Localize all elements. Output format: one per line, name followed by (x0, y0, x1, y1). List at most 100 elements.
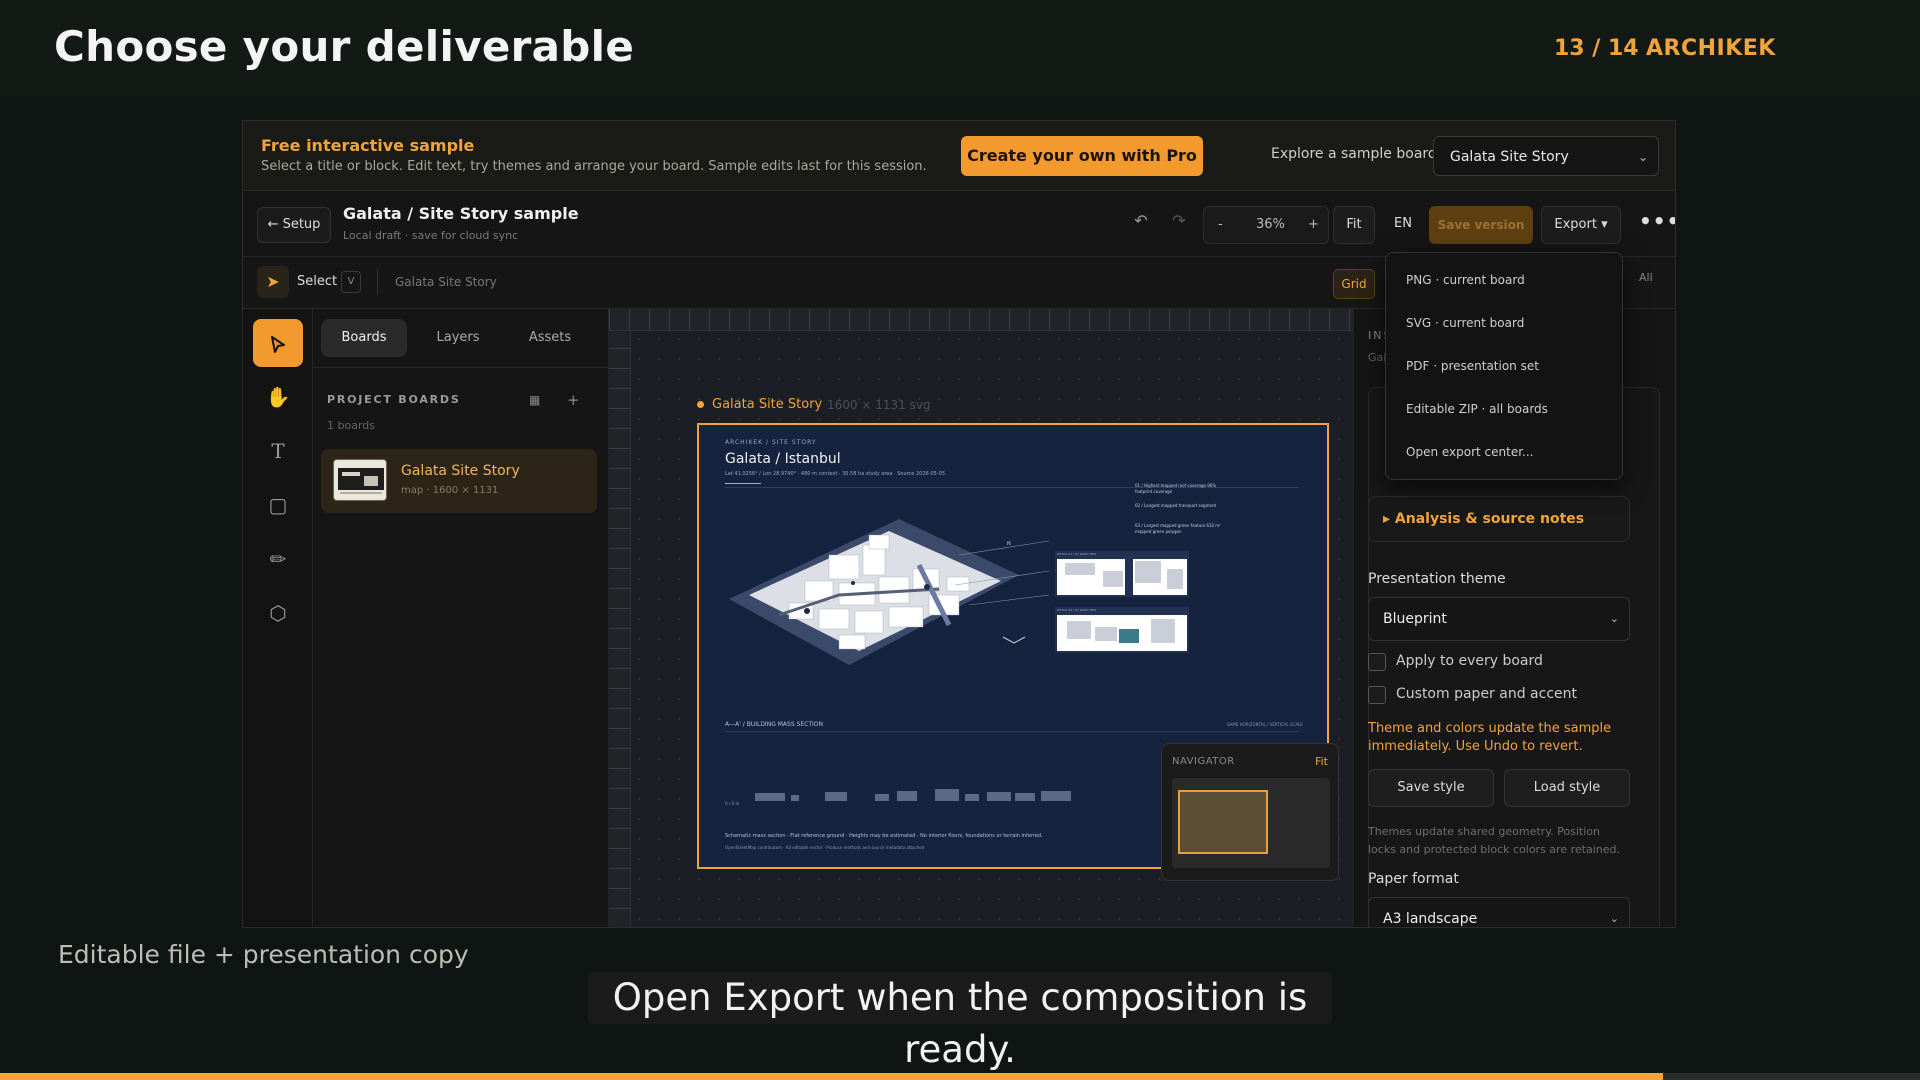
detail-image-a[interactable]: DETAIL 01 / 01 MAIN VIEW (1055, 551, 1189, 597)
analysis-notes-toggle[interactable]: ▸ Analysis & source notes (1368, 496, 1630, 542)
more-options-icon[interactable]: ••• (1639, 209, 1675, 233)
fit-button[interactable]: Fit (1333, 206, 1375, 244)
navigator-viewport[interactable] (1172, 778, 1330, 868)
legend-item[interactable]: 03 / Largest mapped green feature 632 m²… (1135, 523, 1225, 535)
export-png[interactable]: PNG · current board (1406, 273, 1525, 287)
divider (377, 269, 378, 295)
svg-text:A / 0 m: A / 0 m (725, 801, 739, 806)
navigator-frame[interactable] (1178, 790, 1268, 854)
navigator-panel: NAVIGATOR Fit (1161, 743, 1339, 881)
select-tool-label: Select (297, 274, 338, 289)
theme-label: Presentation theme (1368, 571, 1506, 587)
vertical-ruler (609, 331, 631, 927)
main-toolbar: ← Setup Galata / Site Story sample Local… (243, 191, 1675, 257)
sample-banner: Free interactive sample Select a title o… (243, 121, 1675, 205)
custom-paper-checkbox[interactable] (1368, 686, 1386, 704)
cursor-icon[interactable]: ➤ (257, 266, 289, 298)
grid-toggle[interactable]: Grid (1333, 269, 1375, 299)
mass-section[interactable]: A / 0 m (725, 777, 1105, 807)
divider (725, 731, 1299, 732)
chevron-down-icon: ⌄ (1637, 150, 1648, 164)
banner-title: Free interactive sample (261, 136, 475, 155)
grid-view-icon[interactable]: ▦ (529, 393, 540, 407)
theme-select-value: Blueprint (1383, 611, 1447, 627)
hand-icon[interactable]: ✋ (253, 373, 303, 421)
zoom-level: 36% (1256, 217, 1285, 232)
slide-counter: 13 / 14 (1554, 36, 1639, 61)
design-canvas[interactable]: Galata Site Story 1600 × 1131 svg ARCHIK… (609, 309, 1353, 927)
section-note[interactable]: Schematic mass section · Flat reference … (725, 833, 1043, 839)
board-name: Galata Site Story (401, 463, 520, 479)
artboard-name: Galata Site Story (712, 397, 823, 412)
artboard-title[interactable]: Galata / Istanbul (725, 451, 841, 467)
section-title[interactable]: A—A' / BUILDING MASS SECTION (725, 721, 823, 728)
paper-format-value: A3 landscape (1383, 911, 1478, 927)
board-list-item[interactable]: Galata Site Story map · 1600 × 1131 (321, 449, 597, 513)
select-tool-icon[interactable] (253, 319, 303, 367)
legend-item[interactable]: 01 / Highest mapped roof coverage 96% fo… (1135, 483, 1225, 495)
zoom-out-button[interactable]: - (1218, 217, 1223, 232)
board-thumbnail (333, 459, 387, 501)
theme-select[interactable]: Blueprint ⌄ (1368, 597, 1630, 641)
shortcut-key: V (341, 271, 361, 293)
custom-paper-label: Custom paper and accent (1396, 686, 1577, 702)
source-note[interactable]: OpenStreetMap contributors · A3 editable… (725, 845, 924, 850)
horizontal-ruler (609, 309, 1353, 331)
sample-board-select-value: Galata Site Story (1450, 149, 1569, 165)
slide-header: Choose your deliverable 13 / 14 ARCHIKEK (0, 0, 1920, 96)
tab-assets[interactable]: Assets (507, 319, 593, 357)
app-window: Free interactive sample Select a title o… (242, 120, 1676, 928)
paper-format-select[interactable]: A3 landscape ⌄ (1368, 897, 1630, 927)
theme-note: Theme and colors update the sample immed… (1368, 721, 1612, 754)
save-version-button[interactable]: Save version (1429, 206, 1533, 244)
navigator-label: NAVIGATOR (1172, 756, 1235, 767)
board-meta: map · 1600 × 1131 (401, 485, 499, 496)
artboard-meta[interactable]: Lat 41.0256° / Lon 28.9740° · 480 m cont… (725, 471, 945, 477)
save-style-button[interactable]: Save style (1368, 769, 1494, 807)
language-button[interactable]: EN (1383, 206, 1423, 244)
detail-image-b[interactable]: DETAIL 02 / 01 MAIN VIEW (1055, 607, 1189, 653)
all-filter[interactable]: All (1639, 271, 1653, 284)
open-export-center[interactable]: Open export center... (1406, 445, 1534, 459)
export-zip[interactable]: Editable ZIP · all boards (1406, 402, 1548, 416)
cube-icon[interactable]: ⬡ (253, 589, 303, 637)
tab-layers[interactable]: Layers (415, 319, 501, 357)
export-menu: PNG · current board SVG · current board … (1385, 252, 1623, 480)
section-scale: SAME HORIZONTAL / VERTICAL SCALE (1227, 722, 1303, 727)
artboard-label[interactable]: Galata Site Story (697, 397, 822, 412)
undo-icon[interactable]: ↶ (1127, 211, 1155, 230)
apply-all-label: Apply to every board (1396, 653, 1543, 669)
load-style-button[interactable]: Load style (1504, 769, 1630, 807)
create-pro-button[interactable]: Create your own with Pro → (961, 136, 1203, 205)
tab-boards[interactable]: Boards (321, 319, 407, 357)
paper-format-label: Paper format (1368, 871, 1459, 887)
feature-caption: Editable file + presentation copy (58, 940, 469, 969)
theme-fine-print: Themes update shared geometry. Position … (1368, 825, 1620, 856)
chevron-down-icon: ⌄ (1609, 612, 1619, 625)
chevron-down-icon (1002, 636, 1026, 644)
setup-button[interactable]: ← Setup (257, 207, 331, 243)
navigator-fit-button[interactable]: Fit (1315, 755, 1328, 768)
export-svg[interactable]: SVG · current board (1406, 316, 1524, 330)
brand-logo: ARCHIKEK (1646, 36, 1776, 61)
chevron-down-icon: ⌄ (1609, 912, 1619, 925)
add-board-icon[interactable]: + (567, 391, 580, 409)
tool-rail: ✋ T ▢ ✏ ⬡ (243, 309, 313, 927)
title-underline (725, 483, 761, 484)
export-pdf[interactable]: PDF · presentation set (1406, 359, 1539, 373)
document-status: Local draft · save for cloud sync (343, 229, 519, 242)
export-button[interactable]: Export ▾ (1541, 206, 1621, 244)
artboard-kicker[interactable]: ARCHIKEK / SITE STORY (725, 439, 817, 446)
redo-icon[interactable]: ↷ (1165, 211, 1193, 230)
project-boards-heading: PROJECT BOARDS (327, 393, 461, 406)
zoom-in-button[interactable]: + (1308, 217, 1319, 232)
document-title: Galata / Site Story sample (343, 204, 579, 223)
rectangle-icon[interactable]: ▢ (253, 481, 303, 529)
text-icon[interactable]: T (253, 427, 303, 475)
legend-item[interactable]: 02 / Longest mapped transport segment (1135, 503, 1225, 509)
ruler-icon[interactable]: ✏ (253, 535, 303, 583)
apply-all-checkbox[interactable] (1368, 653, 1386, 671)
sample-board-select[interactable]: Galata Site Story ⌄ (1433, 136, 1659, 176)
status-dot (697, 401, 704, 408)
zoom-control: - 36% + (1203, 206, 1329, 244)
